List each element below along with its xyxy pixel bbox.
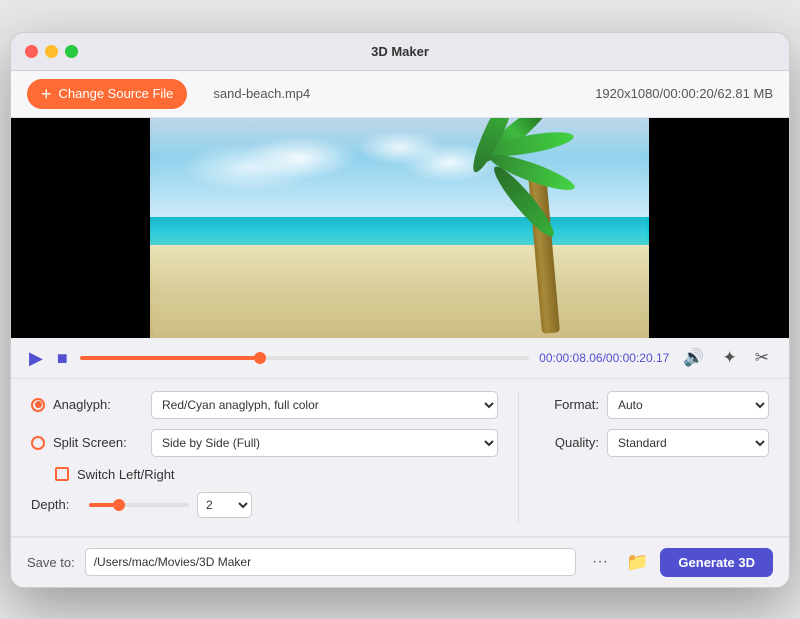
minimize-button[interactable] <box>45 45 58 58</box>
stop-button[interactable]: ■ <box>55 347 70 369</box>
black-bar-left <box>11 118 151 338</box>
volume-button[interactable]: 🔊 <box>679 346 708 370</box>
format-row: Format: Auto MP4 MKV AVI <box>539 391 769 419</box>
close-button[interactable] <box>25 45 38 58</box>
settings-divider <box>518 391 519 524</box>
plus-icon: + <box>41 85 52 103</box>
quality-row: Quality: Standard High Low <box>539 429 769 457</box>
anaglyph-row: Anaglyph: Red/Cyan anaglyph, full color … <box>31 391 498 419</box>
video-preview <box>11 118 789 338</box>
titlebar: 3D Maker <box>11 33 789 71</box>
change-source-button[interactable]: + Change Source File <box>27 79 187 109</box>
depth-slider[interactable] <box>89 503 189 507</box>
quality-label: Quality: <box>539 435 599 450</box>
generate-3d-button[interactable]: Generate 3D <box>660 548 773 577</box>
save-path-input[interactable] <box>85 548 576 576</box>
scissors-icon: ✂ <box>755 348 769 367</box>
switch-lr-row: Switch Left/Right <box>55 467 498 482</box>
settings-left: Anaglyph: Red/Cyan anaglyph, full color … <box>31 391 498 524</box>
quality-select[interactable]: Standard High Low <box>607 429 769 457</box>
save-to-label: Save to: <box>27 555 75 570</box>
switch-lr-checkbox[interactable] <box>55 467 69 481</box>
split-screen-row: Split Screen: Side by Side (Full) Side b… <box>31 429 498 457</box>
time-total: 00:00:20.17 <box>606 351 669 365</box>
anaglyph-label: Anaglyph: <box>53 397 143 412</box>
progress-thumb <box>254 352 266 364</box>
split-screen-label: Split Screen: <box>53 435 143 450</box>
controls-bar: ▶ ■ 00:00:08.06/00:00:20.17 🔊 ✦ ✂ <box>11 338 789 379</box>
beach-scene <box>150 118 650 338</box>
play-button[interactable]: ▶ <box>27 347 45 369</box>
maximize-button[interactable] <box>65 45 78 58</box>
depth-value-select[interactable]: 1 2 3 4 5 <box>197 492 252 518</box>
progress-fill <box>80 356 260 360</box>
anaglyph-select[interactable]: Red/Cyan anaglyph, full color Red/Cyan a… <box>151 391 498 419</box>
window-title: 3D Maker <box>371 44 429 59</box>
volume-icon: 🔊 <box>683 348 704 367</box>
format-label: Format: <box>539 397 599 412</box>
time-current: 00:00:08.06 <box>539 351 602 365</box>
stop-icon: ■ <box>57 348 68 368</box>
depth-row: Depth: 1 2 3 4 5 <box>31 492 498 518</box>
file-meta: 1920x1080/00:00:20/62.81 MB <box>595 86 773 101</box>
app-window: 3D Maker + Change Source File sand-beach… <box>10 32 790 588</box>
browse-dots-button[interactable]: ··· <box>586 551 614 573</box>
settings-right: Format: Auto MP4 MKV AVI Quality: Standa… <box>539 391 769 524</box>
split-screen-select[interactable]: Side by Side (Full) Side by Side (Half) … <box>151 429 498 457</box>
star-icon: ✦ <box>723 348 737 367</box>
change-source-label: Change Source File <box>59 86 174 101</box>
star-button[interactable]: ✦ <box>719 346 741 370</box>
settings-panel: Anaglyph: Red/Cyan anaglyph, full color … <box>11 379 789 537</box>
file-name: sand-beach.mp4 <box>213 86 310 101</box>
scissors-button[interactable]: ✂ <box>751 346 773 370</box>
depth-thumb <box>113 499 125 511</box>
bottom-bar: Save to: ··· 📁 Generate 3D <box>11 537 789 587</box>
progress-bar[interactable] <box>80 356 529 360</box>
anaglyph-radio[interactable] <box>31 398 45 412</box>
palm-tree <box>460 123 620 333</box>
toolbar: + Change Source File sand-beach.mp4 1920… <box>11 71 789 118</box>
switch-lr-label: Switch Left/Right <box>77 467 175 482</box>
time-display: 00:00:08.06/00:00:20.17 <box>539 351 669 365</box>
split-screen-radio[interactable] <box>31 436 45 450</box>
folder-icon: 📁 <box>626 552 648 572</box>
open-folder-button[interactable]: 📁 <box>624 550 650 575</box>
black-bar-right <box>649 118 789 338</box>
window-controls <box>25 45 78 58</box>
depth-label: Depth: <box>31 497 81 512</box>
palm-leaves <box>460 123 610 203</box>
format-select[interactable]: Auto MP4 MKV AVI <box>607 391 769 419</box>
play-icon: ▶ <box>29 348 43 368</box>
